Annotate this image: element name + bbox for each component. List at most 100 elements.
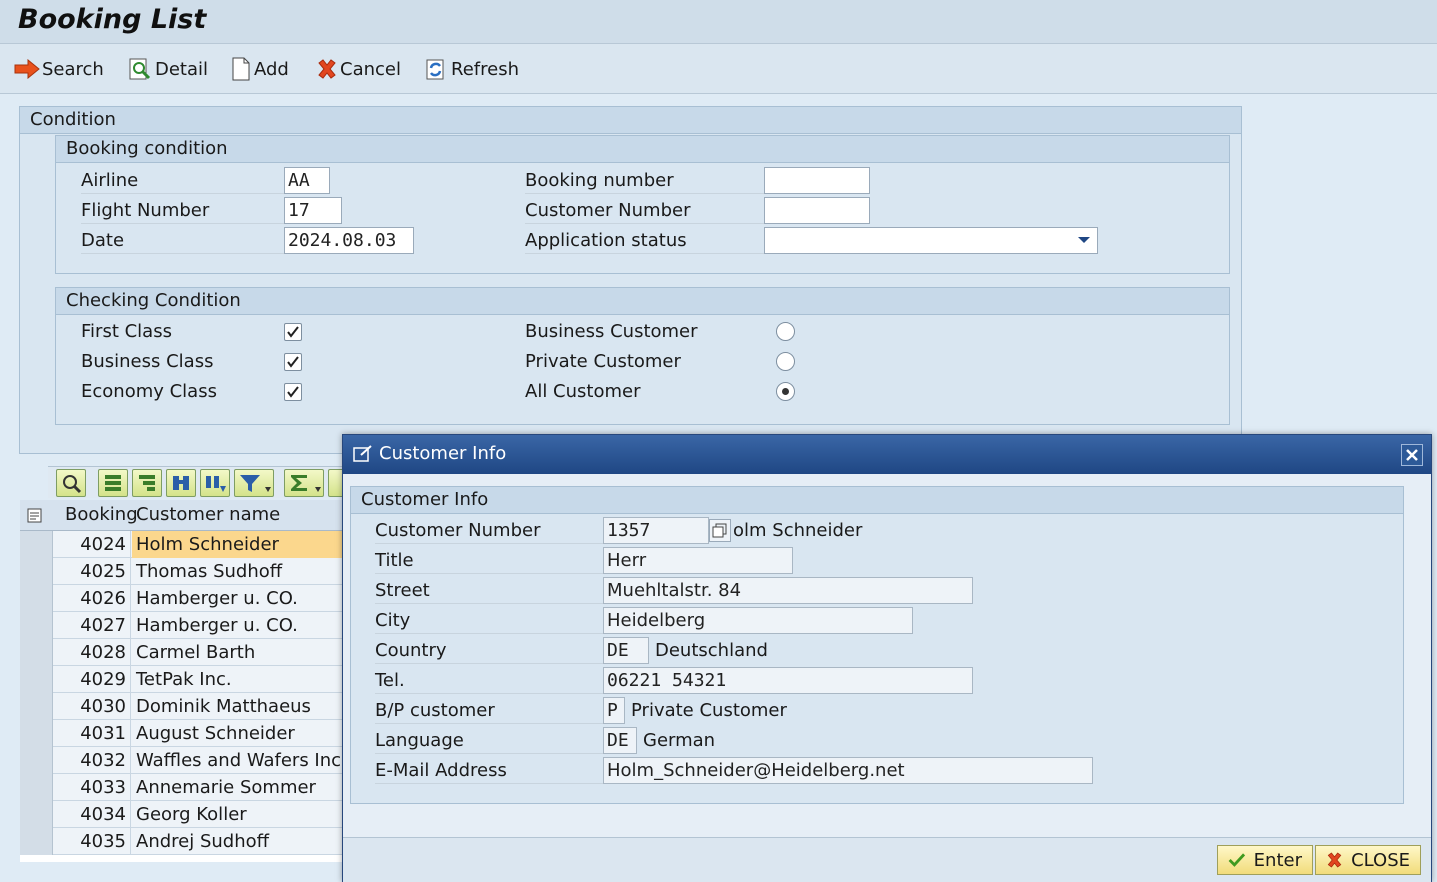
customer-number-field[interactable]: 1357	[603, 517, 709, 544]
row-selector[interactable]	[20, 720, 53, 747]
customer-name-cell[interactable]: Hamberger u. CO.	[132, 612, 343, 639]
customer-name-cell[interactable]: Andrej Sudhoff	[132, 828, 343, 855]
table-row[interactable]: 4032 Waffles and Wafers Inc.	[20, 747, 343, 774]
close-label: CLOSE	[1351, 849, 1410, 871]
table-row[interactable]: 4034 Georg Koller	[20, 801, 343, 828]
checkmark-icon	[287, 386, 299, 398]
customer-name-cell[interactable]: TetPak Inc.	[132, 666, 343, 693]
business-class-checkbox[interactable]	[284, 353, 302, 371]
sum-icon[interactable]	[284, 469, 324, 497]
customer-info-group: Customer Info Customer Number 1357 olm S…	[350, 486, 1404, 804]
customer-name-cell[interactable]: Dominik Matthaeus	[132, 693, 343, 720]
detail-button[interactable]: Detail	[127, 56, 208, 82]
close-button[interactable]: CLOSE	[1315, 845, 1421, 875]
layout-menu-icon[interactable]	[27, 508, 45, 524]
date-label: Date	[81, 227, 284, 254]
airline-input[interactable]: AA	[284, 167, 330, 194]
table-row[interactable]: 4027 Hamberger u. CO.	[20, 612, 343, 639]
all-customer-radio[interactable]	[776, 382, 795, 401]
row-selector[interactable]	[20, 828, 53, 855]
business-customer-radio[interactable]	[776, 322, 795, 341]
application-status-dropdown[interactable]	[764, 227, 1098, 254]
find-binoculars-icon[interactable]	[166, 469, 196, 497]
booking-cell: 4033	[54, 774, 131, 801]
date-input[interactable]: 2024.08.03	[284, 227, 414, 254]
enter-button[interactable]: Enter	[1217, 845, 1313, 875]
title-field[interactable]: Herr	[603, 547, 793, 574]
customer-name-cell[interactable]: Annemarie Sommer	[132, 774, 343, 801]
customer-name-cell[interactable]: Georg Koller	[132, 801, 343, 828]
chevron-down-icon[interactable]	[1077, 235, 1091, 245]
airline-label: Airline	[81, 167, 284, 194]
checkmark-icon	[1228, 853, 1246, 867]
find-next-icon[interactable]	[200, 469, 230, 497]
customer-name-cell[interactable]: Holm Schneider	[132, 531, 343, 558]
cancel-button[interactable]: Cancel	[316, 56, 401, 82]
table-row[interactable]: 4026 Hamberger u. CO.	[20, 585, 343, 612]
city-field[interactable]: Heidelberg	[603, 607, 913, 634]
customer-name-cell[interactable]: Carmel Barth	[132, 639, 343, 666]
private-customer-radio[interactable]	[776, 352, 795, 371]
execute-icon	[14, 59, 40, 79]
street-field[interactable]: Muehltalstr. 84	[603, 577, 973, 604]
table-row[interactable]: 4025 Thomas Sudhoff	[20, 558, 343, 585]
language-code-field[interactable]: DE	[603, 727, 637, 754]
row-selector[interactable]	[20, 612, 53, 639]
table-row[interactable]: 4033 Annemarie Sommer	[20, 774, 343, 801]
cancel-x-icon	[1327, 852, 1342, 868]
row-selector[interactable]	[20, 774, 53, 801]
row-selector[interactable]	[20, 666, 53, 693]
flight-number-label: Flight Number	[81, 197, 284, 224]
customer-name-cell[interactable]: Hamberger u. CO.	[132, 585, 343, 612]
row-selector[interactable]	[20, 747, 53, 774]
add-button[interactable]: Add	[230, 56, 289, 82]
row-selector[interactable]	[20, 585, 53, 612]
enter-label: Enter	[1253, 849, 1302, 871]
first-class-checkbox[interactable]	[284, 323, 302, 341]
table-row[interactable]: 4029 TetPak Inc.	[20, 666, 343, 693]
economy-class-checkbox[interactable]	[284, 383, 302, 401]
language-text: German	[643, 730, 716, 751]
table-row[interactable]: 4028 Carmel Barth	[20, 639, 343, 666]
customer-name-cell[interactable]: Waffles and Wafers Inc.	[132, 747, 343, 774]
row-selector[interactable]	[20, 801, 53, 828]
sort-ascending-icon[interactable]	[98, 469, 128, 497]
column-header-booking[interactable]: Booking	[65, 504, 138, 525]
customer-name-cell[interactable]: Thomas Sudhoff	[132, 558, 343, 585]
customer-number-label: Customer Number	[525, 197, 764, 224]
grid-header: Booking Customer name	[20, 500, 343, 531]
table-row[interactable]: 4024 Holm Schneider	[20, 531, 343, 558]
dialog-close-icon[interactable]	[1401, 444, 1423, 466]
customer-number-input[interactable]	[764, 197, 870, 224]
booking-number-input[interactable]	[764, 167, 870, 194]
row-selector[interactable]	[20, 531, 53, 558]
table-row[interactable]: 4035 Andrej Sudhoff	[20, 828, 343, 855]
detail-view-icon[interactable]	[56, 469, 86, 497]
booking-cell: 4035	[54, 828, 131, 855]
column-header-customer-name[interactable]: Customer name	[136, 504, 280, 525]
add-label: Add	[254, 58, 289, 80]
booking-cell: 4034	[54, 801, 131, 828]
email-field[interactable]: Holm_Schneider@Heidelberg.net	[603, 757, 1093, 784]
search-button[interactable]: Search	[14, 56, 104, 82]
dialog-title: Customer Info	[379, 443, 507, 464]
application-toolbar: Search Detail Add Cancel Refresh	[0, 44, 1437, 94]
customer-name-cell[interactable]: August Schneider	[132, 720, 343, 747]
tel-field[interactable]: 06221 54321	[603, 667, 973, 694]
country-label: Country	[375, 637, 603, 664]
refresh-button[interactable]: Refresh	[423, 56, 519, 82]
table-row[interactable]: 4031 August Schneider	[20, 720, 343, 747]
flight-number-input[interactable]: 17	[284, 197, 342, 224]
bp-customer-field[interactable]: P	[603, 697, 625, 724]
country-code-field[interactable]: DE	[603, 637, 649, 664]
value-help-button[interactable]	[709, 519, 731, 542]
customer-info-group-title: Customer Info	[361, 489, 489, 510]
filter-icon[interactable]	[234, 469, 274, 497]
row-selector[interactable]	[20, 693, 53, 720]
row-selector[interactable]	[20, 639, 53, 666]
row-selector[interactable]	[20, 558, 53, 585]
sort-descending-icon[interactable]	[132, 469, 162, 497]
table-row[interactable]: 4030 Dominik Matthaeus	[20, 693, 343, 720]
checkmark-icon	[287, 326, 299, 338]
dialog-title-bar[interactable]: Customer Info	[343, 435, 1431, 474]
